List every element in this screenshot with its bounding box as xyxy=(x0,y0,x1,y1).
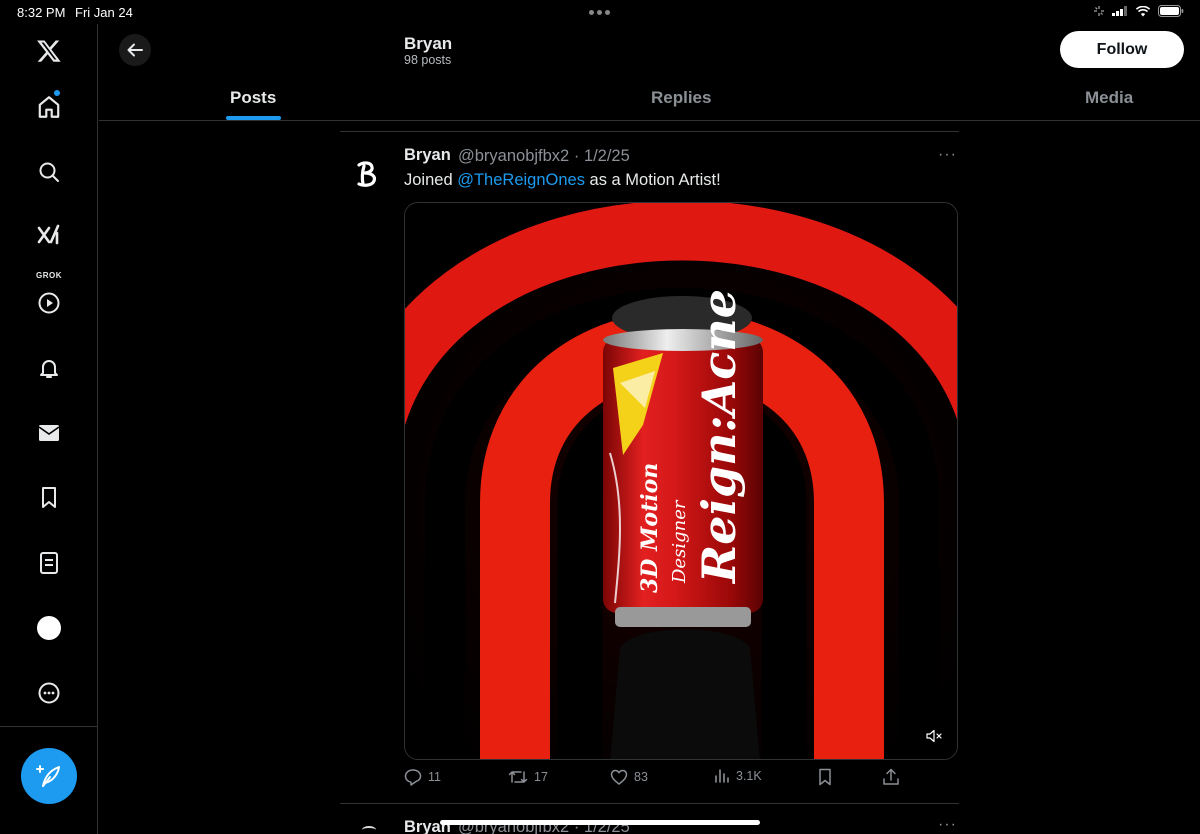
sidebar: GROK xyxy=(0,24,98,834)
speaker-muted-icon xyxy=(926,729,942,743)
profile-tabs: Posts Replies Media xyxy=(99,76,1200,121)
compose-button[interactable] xyxy=(21,748,77,804)
reply-button[interactable]: 11 xyxy=(404,768,441,786)
view-count: 3.1K xyxy=(736,769,762,783)
post-count: 98 posts xyxy=(404,53,452,67)
mail-icon[interactable] xyxy=(34,418,64,448)
post-text-after: as a Motion Artist! xyxy=(584,171,721,189)
svg-text:3D Motion: 3D Motion xyxy=(637,463,663,593)
mention-link[interactable]: @TheReignOnes xyxy=(457,171,585,189)
x-logo-icon[interactable] xyxy=(34,36,64,66)
post-video[interactable]: Reign:Acne Designer 3D Motion xyxy=(404,202,958,760)
tab-replies[interactable]: Replies xyxy=(651,88,711,108)
play-icon[interactable] xyxy=(34,288,64,318)
like-button[interactable]: 83 xyxy=(610,768,648,786)
status-time: 8:32 PM xyxy=(17,5,66,20)
avatar[interactable] xyxy=(352,158,384,190)
home-icon[interactable] xyxy=(34,90,64,122)
status-icons xyxy=(1094,5,1184,17)
status-date: Fri Jan 24 xyxy=(75,5,133,20)
repost-count: 17 xyxy=(534,770,548,784)
share-icon xyxy=(883,768,899,785)
loading-icon xyxy=(1094,6,1104,16)
multitasking-dots-icon[interactable] xyxy=(589,10,610,15)
compose-icon xyxy=(36,765,60,787)
reply-icon xyxy=(404,769,422,786)
tab-media[interactable]: Media xyxy=(1085,88,1133,108)
post-author-name[interactable]: Bryan xyxy=(404,146,451,165)
wifi-icon xyxy=(1136,5,1150,16)
heart-icon xyxy=(610,769,628,785)
notification-dot xyxy=(54,90,60,96)
profile-name: Bryan xyxy=(404,34,453,53)
views-button[interactable]: 3.1K xyxy=(714,768,762,784)
video-frame-can: Reign:Acne Designer 3D Motion xyxy=(405,203,957,759)
grok-icon[interactable] xyxy=(34,220,64,250)
next-post-more-button[interactable]: ··· xyxy=(938,816,957,834)
svg-text:Designer: Designer xyxy=(669,499,690,584)
active-tab-indicator xyxy=(226,116,281,120)
profile-header: Bryan 98 posts Follow xyxy=(99,24,1200,76)
battery-icon xyxy=(1158,5,1184,17)
bookmark-icon xyxy=(819,768,831,786)
post-handle-date[interactable]: @bryanobjfbx2 · 1/2/25 xyxy=(458,147,630,166)
post-text-before: Joined xyxy=(404,171,458,189)
divider xyxy=(340,803,959,804)
list-icon[interactable] xyxy=(34,548,64,578)
back-button[interactable] xyxy=(119,34,151,66)
repost-icon xyxy=(508,771,528,783)
post-more-button[interactable]: ··· xyxy=(938,146,957,164)
cellular-signal-icon xyxy=(1112,6,1127,16)
tab-posts[interactable]: Posts xyxy=(230,88,276,108)
arrow-left-icon xyxy=(127,43,143,57)
author-avatar-logo xyxy=(357,161,377,187)
reply-count: 11 xyxy=(428,770,441,784)
search-icon[interactable] xyxy=(34,157,64,187)
divider xyxy=(340,131,959,132)
more-icon[interactable] xyxy=(34,678,64,708)
avatar[interactable] xyxy=(362,826,376,834)
repost-button[interactable]: 17 xyxy=(508,768,548,786)
bell-icon[interactable] xyxy=(34,353,64,383)
bookmark-button[interactable] xyxy=(817,768,833,786)
profile-icon[interactable] xyxy=(34,613,64,643)
home-indicator[interactable] xyxy=(440,820,760,825)
share-button[interactable] xyxy=(882,768,900,786)
follow-button[interactable]: Follow xyxy=(1060,31,1184,68)
post-text: Joined @TheReignOnes as a Motion Artist! xyxy=(404,171,721,190)
views-icon xyxy=(715,769,729,783)
sidebar-divider xyxy=(0,726,98,727)
mute-button[interactable] xyxy=(921,723,947,749)
status-bar: 8:32 PM Fri Jan 24 xyxy=(0,0,1200,24)
post-actions: 11 17 83 3.1K xyxy=(404,768,958,790)
bookmark-icon[interactable] xyxy=(34,483,64,513)
grok-label: GROK xyxy=(36,271,62,280)
svg-text:Reign:Acne: Reign:Acne xyxy=(692,289,746,585)
like-count: 83 xyxy=(634,770,648,784)
